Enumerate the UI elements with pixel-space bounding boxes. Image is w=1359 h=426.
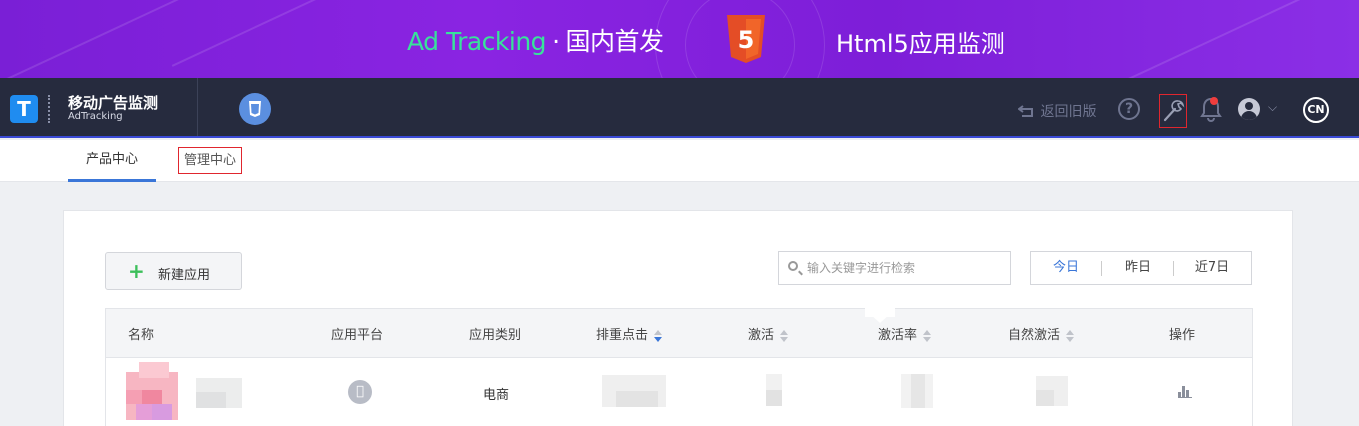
sort-icon[interactable] [923, 329, 932, 342]
wrench-icon [1163, 100, 1185, 122]
app-category: 电商 [483, 388, 510, 403]
column-activation-rate[interactable]: 激活率 [878, 324, 932, 343]
html5-shield-icon: 5 [727, 15, 765, 63]
language-badge[interactable]: CN [1303, 97, 1329, 123]
top-navbar: T 移动广告监测 AdTracking 返回旧版 ? ⌵ CN [0, 78, 1359, 138]
app-icon [121, 362, 183, 420]
column-activations[interactable]: 激活 [748, 324, 789, 343]
column-category: 应用类别 [469, 328, 522, 343]
date-separator [1173, 261, 1174, 276]
table-header: 名称 应用平台 应用类别 排重点击 激活 激活率 自然激活 操作 [105, 308, 1253, 358]
activation-rate-blurred [901, 374, 933, 408]
banner-accent-text: Ad Tracking [407, 27, 547, 56]
activations-blurred [766, 374, 782, 406]
plus-icon: + [128, 259, 145, 283]
tooltip-pointer [865, 299, 895, 323]
unique-clicks-blurred [602, 375, 666, 407]
column-name: 名称 [128, 328, 155, 343]
date-today-option[interactable]: 今日 [1031, 252, 1101, 284]
back-to-old-version-link[interactable]: 返回旧版 [1017, 101, 1097, 121]
date-range-selector: 今日 昨日 近7日 [1030, 251, 1252, 285]
promo-banner[interactable]: Ad Tracking · 国内首发 5 Html5应用监测 [0, 0, 1359, 78]
bar-chart-icon[interactable] [1178, 386, 1192, 398]
date-last7-option[interactable]: 近7日 [1177, 252, 1247, 284]
logo-divider [48, 95, 50, 123]
banner-decoration [171, 0, 409, 67]
brand-subtitle: AdTracking [68, 111, 123, 122]
app-name-blurred [196, 378, 242, 408]
nav-divider [197, 78, 198, 136]
sort-icon[interactable] [780, 329, 789, 342]
column-actions: 操作 [1169, 328, 1196, 343]
banner-decoration [0, 0, 247, 78]
new-app-button[interactable]: + 新建应用 [105, 252, 242, 290]
date-separator [1101, 261, 1102, 276]
brand-title: 移动广告监测 [68, 94, 159, 112]
search-input[interactable] [807, 258, 1003, 278]
app-logo[interactable]: T [10, 95, 38, 123]
search-icon [788, 261, 798, 271]
sort-icon[interactable] [1066, 329, 1075, 342]
help-icon[interactable]: ? [1118, 98, 1140, 120]
banner-headline: Ad Tracking · 国内首发 [407, 22, 664, 58]
sort-icon[interactable] [654, 329, 663, 342]
tab-admin-center[interactable]: 管理中心 [178, 147, 242, 174]
date-yesterday-option[interactable]: 昨日 [1103, 252, 1173, 284]
table-row[interactable]:  电商 [105, 358, 1253, 426]
h5-icon[interactable] [239, 93, 271, 125]
banner-tagline: 国内首发 [565, 27, 665, 56]
chevron-down-icon[interactable]: ⌵ [1268, 100, 1277, 115]
organic-activations-blurred [1036, 376, 1068, 406]
banner-separator: · [552, 27, 560, 56]
column-unique-clicks[interactable]: 排重点击 [596, 324, 663, 343]
settings-wrench-button[interactable] [1159, 94, 1187, 128]
tab-product-center[interactable]: 产品中心 [68, 140, 156, 182]
banner-decoration [1064, 0, 1356, 78]
html5-badge-glyph: 5 [738, 26, 755, 54]
sub-navigation: 产品中心 管理中心 [0, 140, 1359, 182]
undo-icon [1017, 104, 1040, 120]
apple-icon:  [348, 380, 372, 404]
column-organic-activations[interactable]: 自然激活 [1008, 324, 1075, 343]
new-app-label: 新建应用 [158, 268, 211, 283]
avatar-icon[interactable] [1238, 98, 1260, 120]
notification-dot [1210, 97, 1218, 105]
column-platform: 应用平台 [331, 328, 384, 343]
app-list-card: + 新建应用 今日 昨日 近7日 名称 应用平台 应用类别 排重点击 激活 激活… [63, 210, 1293, 426]
back-to-old-version-label: 返回旧版 [1040, 104, 1097, 120]
search-box[interactable] [778, 251, 1011, 285]
banner-right-text: Html5应用监测 [836, 30, 1005, 58]
